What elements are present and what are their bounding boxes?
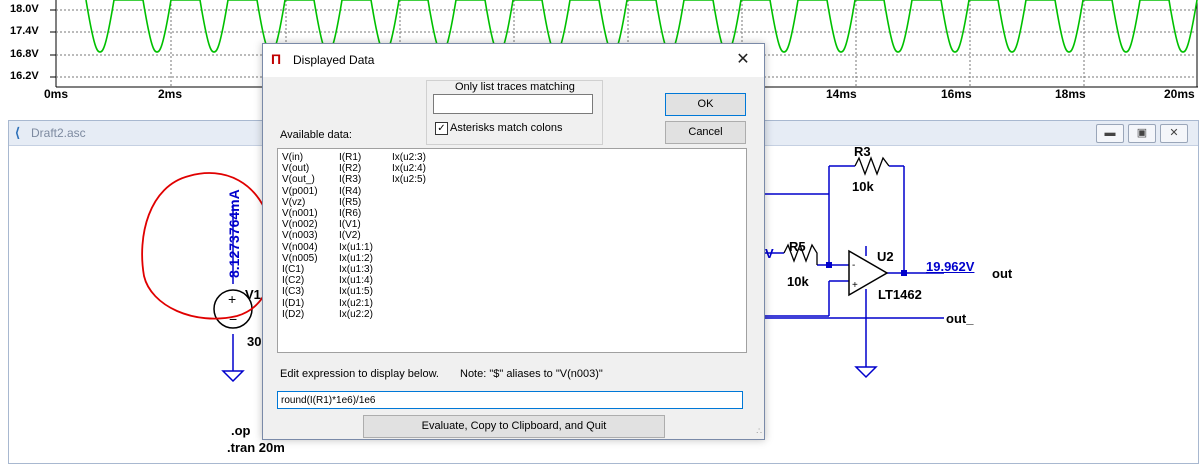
resize-grip-icon[interactable]: ∴ <box>756 426 762 437</box>
u2-label: U2 <box>877 249 894 264</box>
filter-input[interactable] <box>433 94 593 114</box>
data-list-item[interactable]: Ix(u1:5) <box>339 286 373 297</box>
net-label-out: out <box>992 266 1013 281</box>
net-label-out_: out_ <box>946 311 974 326</box>
data-list-item[interactable]: I(D2) <box>282 309 318 320</box>
data-list-item[interactable]: V(n003) <box>282 230 318 241</box>
data-list-item[interactable]: V(out) <box>282 163 318 174</box>
r5-label: R5 <box>789 239 806 254</box>
y-tick-label: 16.8V <box>10 48 39 60</box>
ok-button[interactable]: OK <box>665 93 746 116</box>
data-column-1: V(in) V(out) V(out_) V(p001) V(vz) V(n001) V(n… <box>282 152 318 320</box>
x-tick-label: 18ms <box>1055 87 1086 101</box>
data-list-item[interactable]: I(R2) <box>339 163 373 174</box>
data-list-item[interactable]: V(out_) <box>282 174 318 185</box>
alias-note: Note: "$" aliases to "V(n003)" <box>460 368 603 380</box>
data-list-item[interactable]: Ix(u2:1) <box>339 298 373 309</box>
expression-label: Edit expression to display below. <box>280 368 439 380</box>
svg-text:+: + <box>228 291 236 307</box>
cancel-button[interactable]: Cancel <box>665 121 746 144</box>
minimize-button[interactable]: ▬ <box>1096 124 1124 143</box>
x-tick-label: 0ms <box>44 87 69 101</box>
dialog-title: Displayed Data <box>293 53 375 67</box>
x-tick-label: 2ms <box>158 87 183 101</box>
svg-text:-: - <box>852 260 855 271</box>
y-tick-label: 16.2V <box>10 70 39 82</box>
u2-part: LT1462 <box>878 287 922 302</box>
data-list-item[interactable]: V(vz) <box>282 197 318 208</box>
v1-value: 30 <box>247 334 262 349</box>
current-annotation: 8.1273764mA <box>226 189 242 278</box>
data-list-item[interactable]: Ix(u2:5) <box>392 174 426 185</box>
close-button[interactable]: ✕ <box>1160 124 1188 143</box>
schematic-icon: ⟨ <box>15 125 21 140</box>
minimize-icon: ▬ <box>1104 127 1116 139</box>
data-list-item[interactable]: V(n005) <box>282 253 318 264</box>
op-directive: .op <box>231 423 251 438</box>
x-tick-label: 14ms <box>826 87 857 101</box>
data-list-item[interactable]: V(p001) <box>282 186 318 197</box>
data-list-item[interactable]: Ix(u1:4) <box>339 275 373 286</box>
asterisks-checkbox[interactable]: ✓ <box>435 122 448 135</box>
v1-label: V1 <box>245 287 261 302</box>
svg-text:+: + <box>852 280 858 291</box>
data-list-item[interactable]: I(R3) <box>339 174 373 185</box>
evaluate-copy-quit-button[interactable]: Evaluate, Copy to Clipboard, and Quit <box>363 415 665 438</box>
schematic-title: Draft2.asc <box>31 126 86 140</box>
r5-value: 10k <box>787 274 809 289</box>
data-list-item[interactable]: I(R5) <box>339 197 373 208</box>
x-tick-label: 16ms <box>941 87 972 101</box>
restore-button[interactable]: ▣ <box>1128 124 1156 143</box>
tran-directive: .tran 20m <box>227 440 285 455</box>
asterisks-label: Asterisks match colons <box>450 122 563 134</box>
data-list-item[interactable]: I(C3) <box>282 286 318 297</box>
partial-voltage-label: V <box>765 246 774 261</box>
data-list-item[interactable]: V(n002) <box>282 219 318 230</box>
expression-input[interactable]: round(I(R1)*1e6)/1e6 <box>277 391 743 409</box>
data-list-item[interactable]: I(C2) <box>282 275 318 286</box>
data-list-item[interactable]: I(C1) <box>282 264 318 275</box>
displayed-data-dialog[interactable]: П Displayed Data ✕ Only list traces matc… <box>262 43 765 440</box>
data-list-item[interactable]: V(n004) <box>282 242 318 253</box>
data-list-item[interactable]: I(R1) <box>339 152 373 163</box>
r3-value: 10k <box>852 179 874 194</box>
data-list-item[interactable]: Ix(u1:3) <box>339 264 373 275</box>
check-icon: ✓ <box>437 123 446 134</box>
data-list-item[interactable]: V(in) <box>282 152 318 163</box>
y-tick-label: 18.0V <box>10 3 39 15</box>
restore-icon: ▣ <box>1136 127 1148 139</box>
data-list-item[interactable]: I(D1) <box>282 298 318 309</box>
data-list-item[interactable]: Ix(u2:3) <box>392 152 426 163</box>
x-tick-label: 20ms <box>1164 87 1195 101</box>
data-list-item[interactable]: I(V2) <box>339 230 373 241</box>
data-list-item[interactable]: I(R6) <box>339 208 373 219</box>
data-list-item[interactable]: Ix(u1:2) <box>339 253 373 264</box>
svg-text:−: − <box>229 311 237 327</box>
r3-label: R3 <box>854 144 871 159</box>
available-data-list[interactable]: V(in) V(out) V(out_) V(p001) V(vz) V(n001) V(n… <box>277 148 747 353</box>
vout-readout: 19.962V <box>926 259 975 274</box>
dialog-close-button[interactable]: ✕ <box>728 47 758 73</box>
data-list-item[interactable]: Ix(u2:4) <box>392 163 426 174</box>
close-icon: ✕ <box>1169 127 1179 139</box>
filter-label: Only list traces matching <box>455 81 575 93</box>
data-list-item[interactable]: Ix(u1:1) <box>339 242 373 253</box>
close-icon: ✕ <box>736 51 750 68</box>
data-column-3: Ix(u2:3) Ix(u2:4) Ix(u2:5) <box>392 152 426 186</box>
data-list-item[interactable]: Ix(u2:2) <box>339 309 373 320</box>
available-data-label: Available data: <box>280 129 352 141</box>
data-column-2: I(R1) I(R2) I(R3) I(R4) I(R5) I(R6) I(V1) I(V2)… <box>339 152 373 320</box>
data-list-item[interactable]: I(V1) <box>339 219 373 230</box>
data-list-item[interactable]: V(n001) <box>282 208 318 219</box>
dialog-titlebar[interactable]: П Displayed Data ✕ <box>263 44 764 77</box>
y-tick-label: 17.4V <box>10 25 39 37</box>
data-list-item[interactable]: I(R4) <box>339 186 373 197</box>
ltspice-icon: П <box>271 51 282 67</box>
